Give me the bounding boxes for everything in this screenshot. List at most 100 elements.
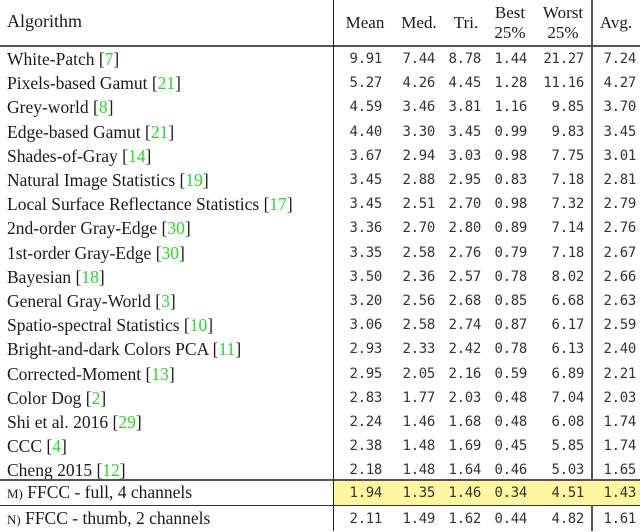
method-name: Grey-world <box>7 97 94 118</box>
cell-mean: 3.36 <box>349 220 382 237</box>
header-trimean: Tri. <box>453 13 479 32</box>
variant-name: FFCC - thumb, 2 channels <box>20 508 211 528</box>
cell-worst25: 5.85 <box>551 438 584 455</box>
cell-worst25: 9.83 <box>551 123 584 140</box>
column-divider-right <box>591 0 593 480</box>
method-name: 1st-order Gray-Edge <box>7 242 156 263</box>
citation-link[interactable]: 3 <box>161 291 170 311</box>
bracket: ] <box>60 436 67 457</box>
method-name: Natural Image Statistics <box>7 170 180 190</box>
algorithm-name: Spatio-spectral Statistics [10] <box>7 313 213 337</box>
cell-best25: 0.85 <box>494 293 527 309</box>
cell-worst25: 7.14 <box>551 220 584 237</box>
cell-mean: 4.59 <box>349 99 382 116</box>
cell-worst25: 6.08 <box>551 414 584 430</box>
cell-mean: 3.67 <box>349 147 382 164</box>
method-name: General Gray-World <box>7 291 156 311</box>
cell-average: 2.40 <box>603 341 636 358</box>
table-header: Algorithm Mean Med. Tri. Best 25% Worst 25… <box>0 0 640 46</box>
cell-mean: 4.40 <box>349 123 382 140</box>
citation-link[interactable]: 13 <box>151 364 169 384</box>
method-name: White-Patch <box>7 49 99 69</box>
citation-link[interactable]: 18 <box>81 267 99 287</box>
cell-trimean: 2.57 <box>448 268 481 285</box>
cell-mean: 3.06 <box>349 317 382 334</box>
algorithm-name: White-Patch [7] <box>7 47 119 71</box>
cell-worst25: 6.17 <box>551 317 584 334</box>
citation-link[interactable]: 4 <box>52 436 61 456</box>
bracket: ] <box>107 97 114 118</box>
cell-trimean: 2.03 <box>448 389 481 406</box>
table-row: 2nd-order Gray-Edge [30] 3.36 2.70 2.80 0.89… <box>0 216 640 240</box>
citation-link[interactable]: 12 <box>102 460 120 480</box>
table-row: Corrected-Moment [13] 2.95 2.05 2.16 0.59 6.8… <box>0 362 640 386</box>
cell-median: 1.49 <box>402 511 435 527</box>
variant-label: M) <box>7 486 23 501</box>
cell-worst25: 7.18 <box>551 244 584 261</box>
cell-worst25: 7.04 <box>551 389 584 406</box>
citation-link[interactable]: 21 <box>151 122 169 142</box>
cell-average: 2.76 <box>603 220 636 237</box>
cell-best25: 1.44 <box>494 51 527 67</box>
citation-link[interactable]: 30 <box>162 243 180 263</box>
cell-trimean: 2.76 <box>448 244 481 261</box>
cell-median: 4.26 <box>402 75 435 92</box>
cell-best25: 1.28 <box>494 75 527 92</box>
table-row: Edge-based Gamut [21] 4.40 3.30 3.45 0.99 9.8… <box>0 120 640 144</box>
citation-link[interactable]: 17 <box>269 194 287 214</box>
cell-best25: 0.45 <box>494 438 527 455</box>
cell-best25: 0.98 <box>494 147 527 164</box>
bracket: ] <box>135 412 142 432</box>
cell-mean: 3.45 <box>349 196 382 213</box>
cell-best25: 0.87 <box>494 317 527 334</box>
citation-link[interactable]: 14 <box>128 146 146 166</box>
method-name: Bright-and-dark Colors PCA <box>7 339 213 360</box>
bracket: ] <box>286 194 293 215</box>
cell-best25: 0.78 <box>494 341 527 358</box>
variant-label: N) <box>7 512 21 527</box>
cell-trimean: 2.70 <box>448 196 481 213</box>
cell-worst25: 6.68 <box>551 293 584 309</box>
cell-mean: 2.93 <box>349 341 382 358</box>
bracket: ] <box>202 170 209 190</box>
citation-link[interactable]: 30 <box>167 218 185 238</box>
citation-link[interactable]: 11 <box>218 339 235 359</box>
citation-link[interactable]: 29 <box>118 412 136 432</box>
cell-trimean: 3.03 <box>448 147 481 164</box>
table-row: Spatio-spectral Statistics [10] 3.06 2.58 2… <box>0 313 640 337</box>
table-row: 1st-order Gray-Edge [30] 3.35 2.58 2.76 0.79… <box>0 241 640 265</box>
citation-link[interactable]: 10 <box>190 315 208 335</box>
citation-link[interactable]: 21 <box>158 73 176 93</box>
cell-median: 7.44 <box>402 51 435 67</box>
bracket: ] <box>145 145 152 166</box>
cell-best25: 0.98 <box>494 196 527 213</box>
cell-worst25: 6.89 <box>551 365 584 382</box>
method-name: Spatio-spectral Statistics <box>7 315 184 336</box>
table-row: Local Surface Reflectance Statistics [17… <box>0 192 640 216</box>
cell-worst25: 7.32 <box>551 196 584 213</box>
method-name: Bayesian <box>7 266 76 287</box>
column-divider-left <box>333 0 334 531</box>
cell-median: 2.58 <box>402 244 435 261</box>
cell-median: 2.56 <box>402 293 435 309</box>
table-row: Pixels-based Gamut [21] 5.27 4.26 4.45 1.28 1… <box>0 71 640 95</box>
header-median: Med. <box>401 13 437 32</box>
cell-average: 2.59 <box>603 317 636 334</box>
cell-best25: 0.34 <box>494 485 527 501</box>
cell-average: 2.21 <box>603 365 636 382</box>
algorithm-name: 1st-order Gray-Edge [30] <box>7 241 185 265</box>
cell-median: 2.33 <box>402 341 435 358</box>
cell-mean: 3.50 <box>349 268 382 285</box>
citation-link[interactable]: 19 <box>185 170 203 190</box>
cell-trimean: 1.68 <box>448 414 481 430</box>
cell-average: 1.74 <box>603 438 636 455</box>
cell-average: 2.66 <box>603 268 636 285</box>
citation-link[interactable]: 8 <box>99 97 108 117</box>
table-row: Shades-of-Gray [14] 3.67 2.94 3.03 0.98 7.75 3… <box>0 144 640 168</box>
cell-best25: 0.44 <box>494 511 527 527</box>
cell-median: 2.58 <box>402 317 435 334</box>
cell-trimean: 3.81 <box>448 99 481 116</box>
algorithm-name: N) FFCC - thumb, 2 channels <box>7 506 210 532</box>
cell-mean: 9.91 <box>349 51 382 67</box>
bracket: ] <box>207 315 214 336</box>
